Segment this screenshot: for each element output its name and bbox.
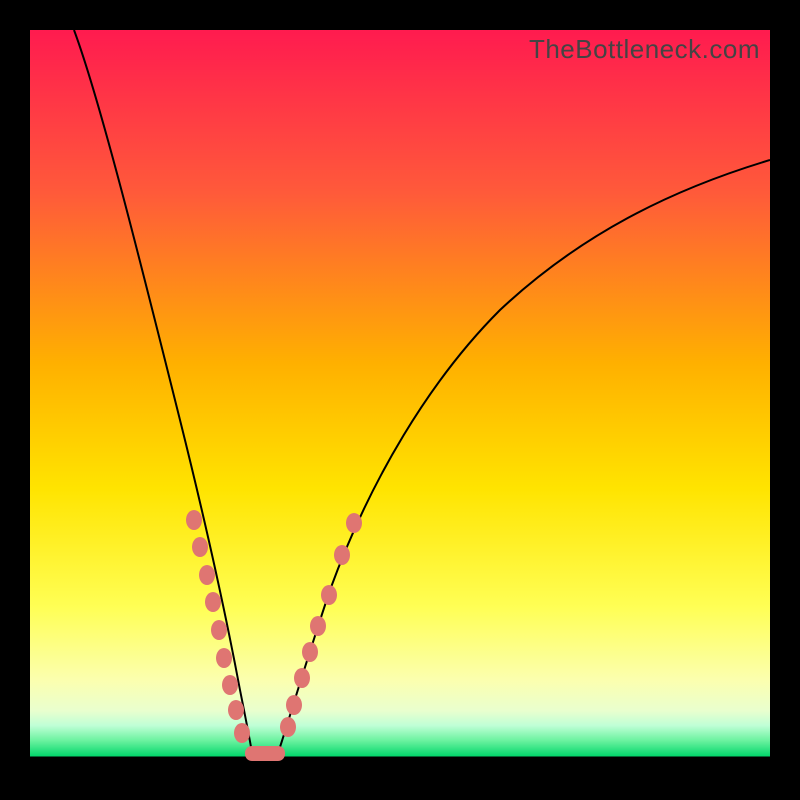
marker-cluster-right: [280, 513, 362, 737]
curve-left-arm: [74, 30, 252, 753]
plot-area: TheBottleneck.com: [30, 30, 770, 770]
chart-stage: TheBottleneck.com: [0, 0, 800, 800]
curve-layer: [30, 30, 770, 770]
marker-cluster-left: [186, 510, 250, 743]
marker-cluster-bottom: [245, 746, 285, 761]
curve-right-arm: [278, 160, 770, 753]
